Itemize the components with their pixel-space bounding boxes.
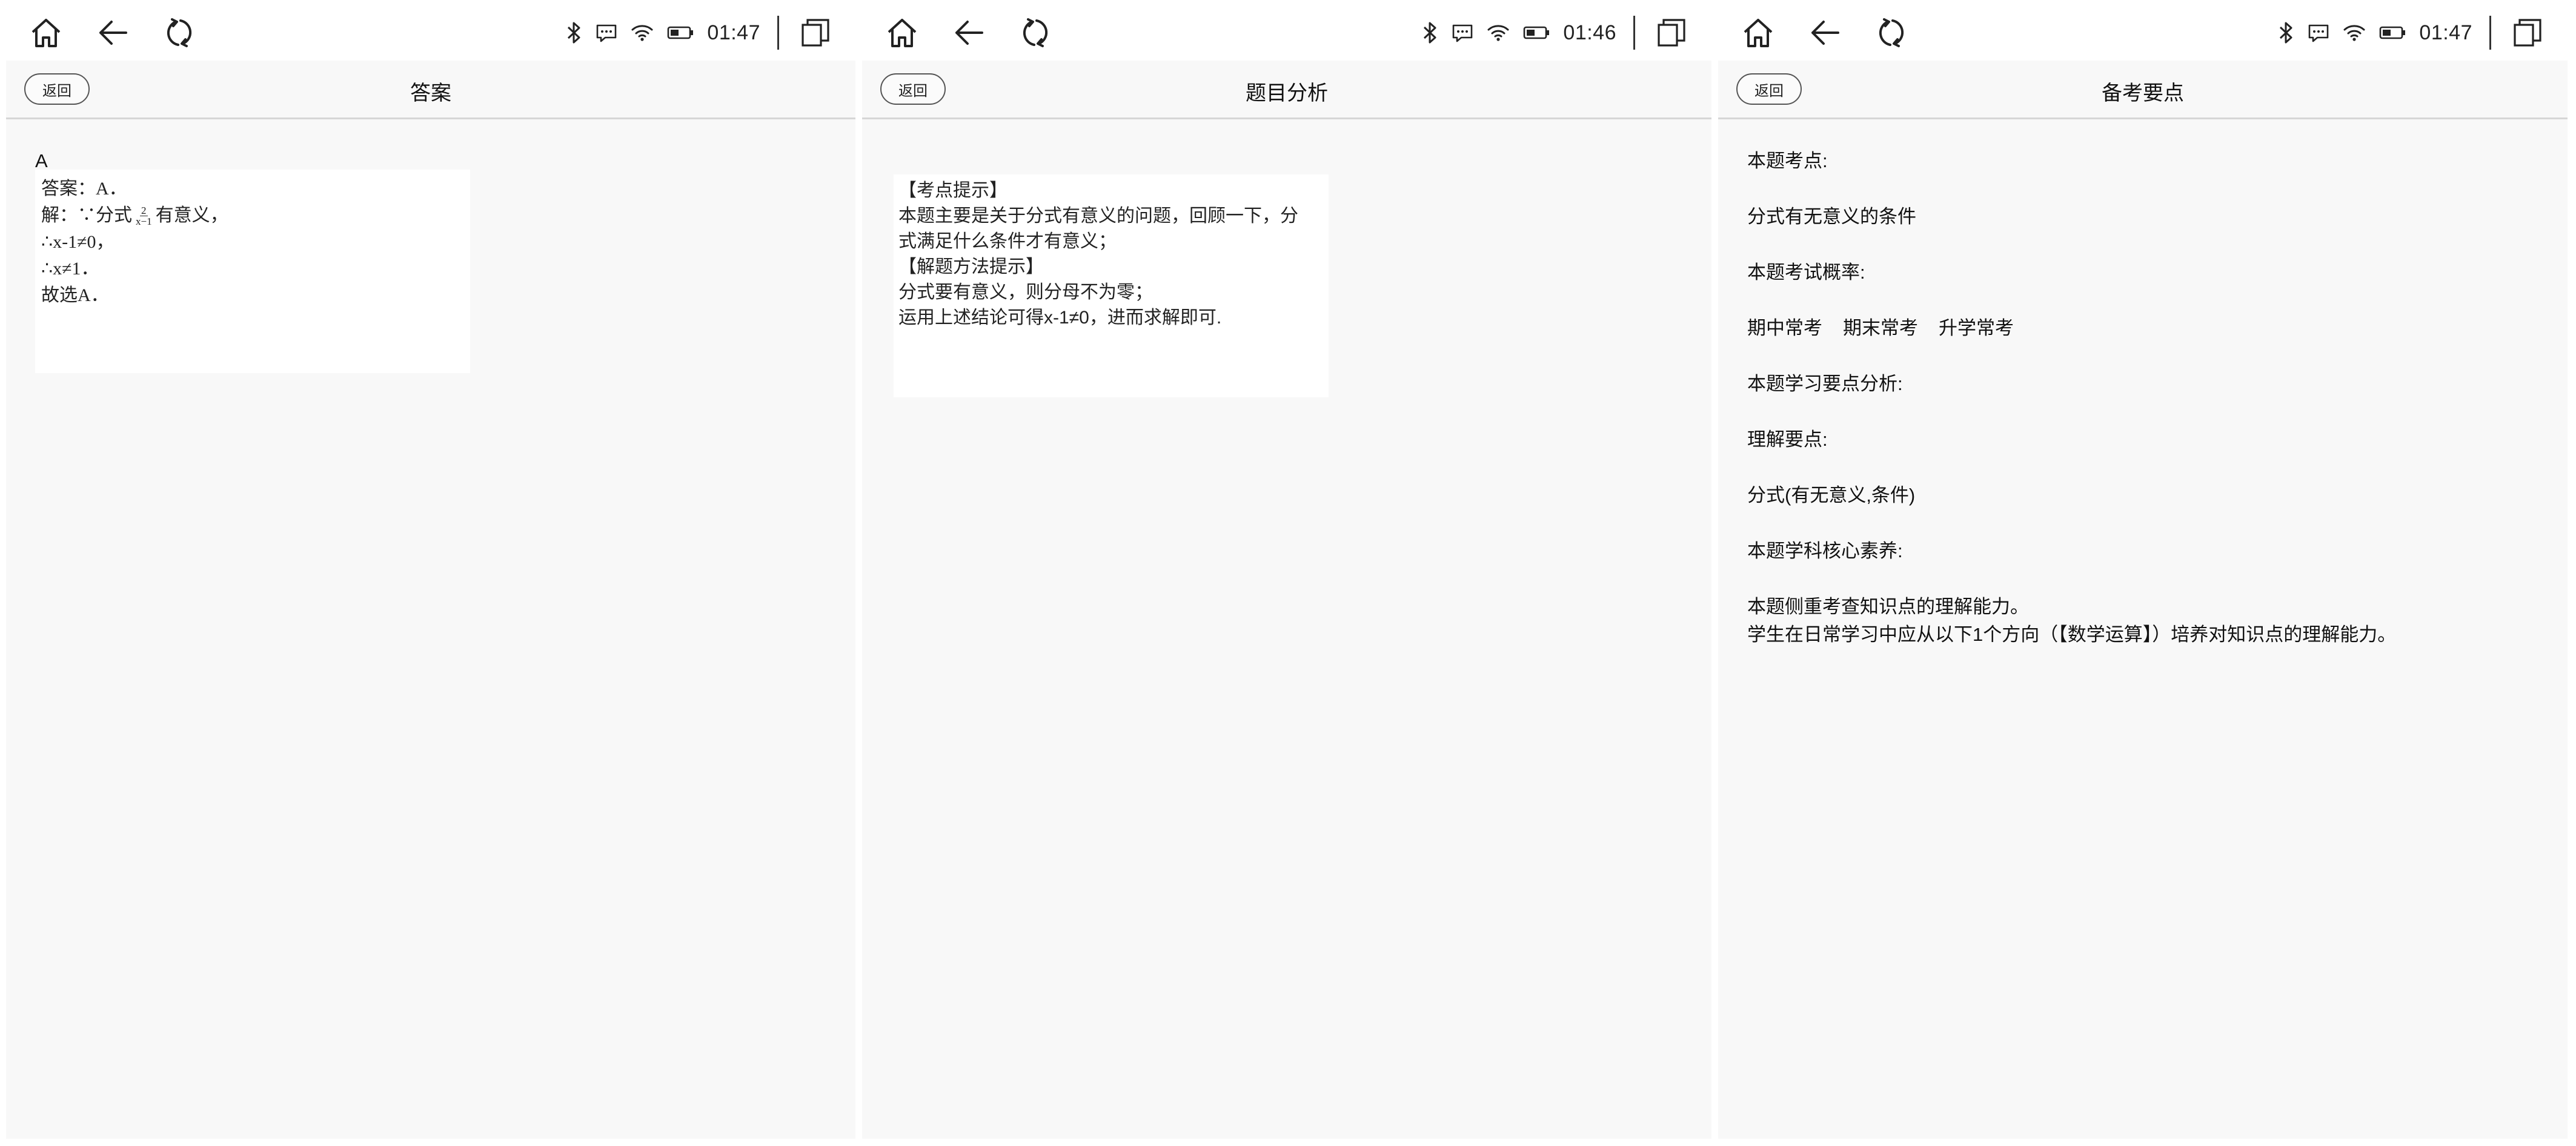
analysis-line: 【解题方法提示】 — [898, 257, 1044, 277]
message-icon — [596, 23, 617, 42]
answer-line: 答案：A． — [41, 179, 127, 199]
status-bar: 01:46 — [856, 0, 1710, 61]
status-time: 01:46 — [1563, 21, 1616, 44]
understanding-text: 分式(有无意义,条件) — [1747, 485, 1916, 506]
home-icon[interactable] — [1739, 13, 1778, 52]
status-divider — [2489, 16, 2491, 50]
panel-answer: 01:47 返回 答案 A 答案：A． 解：∵分式 2 x−1 有意义， ∴x-1≠0… — [0, 0, 855, 1146]
battery-icon — [2379, 25, 2406, 40]
back-arrow-icon[interactable] — [949, 13, 988, 52]
key-point: 分式有无意义的条件 — [1747, 206, 1916, 227]
page-title: 题目分析 — [1246, 82, 1328, 105]
answer-card: 答案：A． 解：∵分式 2 x−1 有意义， ∴x-1≠0， ∴x≠1． 故选A． — [35, 170, 470, 373]
message-icon — [2308, 23, 2329, 42]
study-heading: 本题学习要点分析: — [1747, 373, 1903, 394]
status-time: 01:47 — [707, 21, 760, 44]
app-window: 返回 备考要点 本题考点: 分式有无意义的条件 本题考试概率: 期中常考 期末常考… — [1718, 61, 2568, 1139]
multi-window-icon[interactable] — [2513, 18, 2542, 47]
solution-suffix: 有意义， — [155, 205, 228, 225]
home-icon[interactable] — [883, 13, 921, 52]
battery-icon — [667, 25, 694, 40]
probability-heading: 本题考试概率: — [1747, 262, 1865, 283]
bluetooth-icon — [1422, 21, 1438, 45]
literacy-line: 学生在日常学习中应从以下1个方向（【数学运算】）培养对知识点的理解能力。 — [1747, 624, 2397, 645]
wifi-icon — [631, 24, 654, 42]
step-line: ∴x≠1． — [41, 259, 99, 279]
probability-tag: 期末常考 — [1843, 317, 1918, 339]
refresh-icon[interactable] — [1873, 13, 1912, 52]
fraction: 2 x−1 — [134, 205, 153, 227]
title-bar: 返回 题目分析 — [862, 61, 1711, 119]
status-right: 01:47 — [2279, 16, 2542, 50]
bluetooth-icon — [566, 21, 582, 45]
solution-line: 解：∵分式 2 x−1 有意义， — [41, 202, 464, 229]
page-title: 答案 — [410, 82, 451, 105]
probability-tag: 升学常考 — [1939, 317, 2014, 339]
back-arrow-icon[interactable] — [1805, 13, 1844, 52]
status-right: 01:46 — [1422, 16, 1686, 50]
analysis-line: 本题主要是关于分式有意义的问题，回顾一下，分 — [898, 206, 1298, 226]
status-bar: 01:47 — [0, 0, 854, 61]
multi-window-icon[interactable] — [1657, 18, 1686, 47]
multi-window-icon[interactable] — [801, 18, 830, 47]
bluetooth-icon — [2279, 21, 2294, 45]
panel-analysis: 01:46 返回 题目分析 【考点提示】 本题主要是关于分式有意义的问题，回顾一… — [856, 0, 1711, 1146]
analysis-line: 【考点提示】 — [898, 181, 1007, 200]
answer-letter: A — [35, 150, 48, 171]
analysis-line: 分式要有意义，则分母不为零； — [898, 282, 1153, 302]
message-icon — [1452, 23, 1473, 42]
analysis-line: 式满足什么条件才有意义； — [898, 231, 1117, 251]
screens: 01:47 返回 答案 A 答案：A． 解：∵分式 2 x−1 有意义， ∴x-1≠0… — [0, 0, 2576, 1146]
analysis-line: 运用上述结论可得x-1≠0，进而求解即可. — [898, 308, 1222, 328]
wifi-icon — [2343, 24, 2366, 42]
status-divider — [1633, 16, 1635, 50]
refresh-icon[interactable] — [1017, 13, 1056, 52]
analysis-card: 【考点提示】 本题主要是关于分式有意义的问题，回顾一下，分 式满足什么条件才有意… — [894, 174, 1329, 397]
literacy-line: 本题侧重考查知识点的理解能力。 — [1747, 596, 2029, 617]
fraction-denominator: x−1 — [136, 215, 152, 227]
battery-icon — [1523, 25, 1550, 40]
page-title: 备考要点 — [2102, 82, 2184, 105]
app-window: 返回 题目分析 【考点提示】 本题主要是关于分式有意义的问题，回顾一下，分 式满… — [862, 61, 1711, 1139]
app-window: 返回 答案 A 答案：A． 解：∵分式 2 x−1 有意义， ∴x-1≠0， ∴x≠1… — [6, 61, 855, 1139]
back-arrow-icon[interactable] — [93, 13, 132, 52]
home-icon[interactable] — [27, 13, 65, 52]
fraction-numerator: 2 — [140, 204, 148, 216]
panel-exam-tips: 01:47 返回 备考要点 本题考点: 分式有无意义的条件 本题考试概率: 期中… — [1712, 0, 2568, 1146]
key-point-heading: 本题考点: — [1747, 150, 1828, 171]
conclusion-line: 故选A． — [41, 285, 109, 305]
title-bar: 返回 备考要点 — [1718, 61, 2568, 119]
status-bar: 01:47 — [1712, 0, 2566, 61]
refresh-icon[interactable] — [161, 13, 200, 52]
status-right: 01:47 — [566, 16, 830, 50]
status-time: 01:47 — [2419, 21, 2472, 44]
solution-prefix: 解：∵分式 — [41, 205, 132, 225]
probability-list: 期中常考 期末常考 升学常考 — [1747, 313, 2034, 340]
wifi-icon — [1487, 24, 1510, 42]
step-line: ∴x-1≠0， — [41, 232, 115, 252]
literacy-heading: 本题学科核心素养: — [1747, 540, 1903, 561]
title-bar: 返回 答案 — [6, 61, 855, 119]
probability-tag: 期中常考 — [1747, 317, 1822, 339]
status-divider — [777, 16, 779, 50]
understanding-heading: 理解要点: — [1747, 429, 1828, 450]
